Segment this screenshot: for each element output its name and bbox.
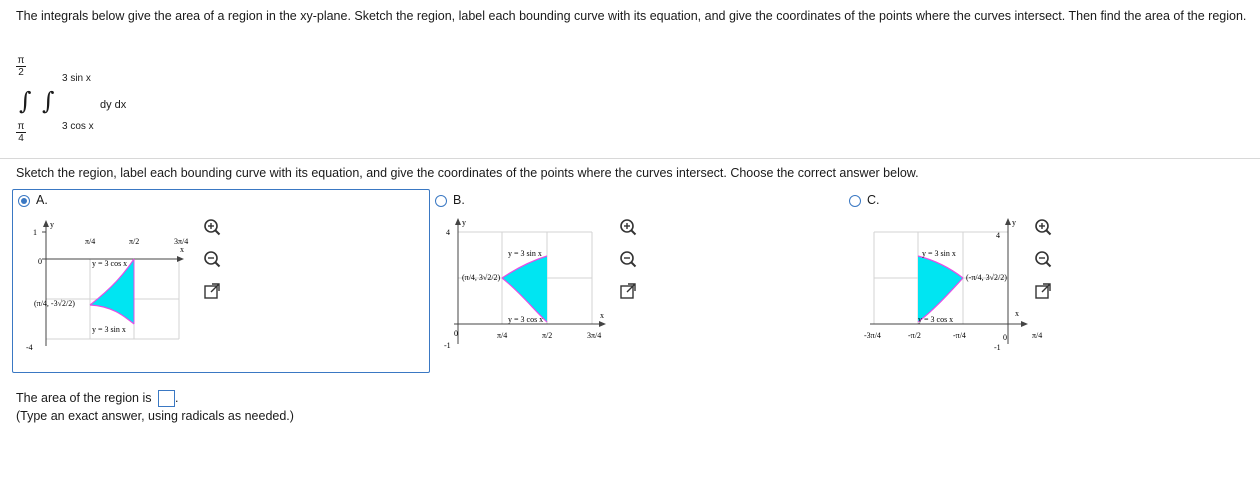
option-a-tools: [203, 218, 221, 300]
answer-hint: (Type an exact answer, using radicals as…: [16, 409, 294, 423]
x-tick-neg-pi4: -π/4: [953, 331, 966, 340]
graph-option-b: 4 -1 y x 0 π/4 π/2 3π/4 y = 3 sin x y = …: [444, 218, 606, 350]
x-axis-arrow: [177, 256, 184, 262]
y-bottom-label: -1: [994, 343, 1001, 352]
curve-label-top: y = 3 sin x: [508, 249, 542, 258]
intersection-label: (π/4, -3√2/2): [34, 299, 75, 308]
curve-label-bottom: y = 3 cos x: [508, 315, 543, 324]
x-axis-label: x: [600, 311, 604, 320]
y-axis-arrow: [1005, 218, 1011, 225]
area-period: .: [174, 390, 179, 405]
outer-upper-den: 2: [18, 67, 24, 78]
area-answer-input[interactable]: [157, 390, 175, 407]
inner-integral-sign: ∫: [42, 87, 55, 115]
region-fill: [918, 256, 963, 322]
outer-upper-num: π: [17, 55, 25, 66]
y-axis-arrow: [455, 218, 461, 225]
x-axis-arrow: [599, 321, 606, 327]
zoom-in-icon[interactable]: [619, 218, 637, 236]
outer-lower-den: 4: [18, 133, 24, 144]
y-axis-arrow: [43, 220, 49, 227]
graph-option-a: 1 -4 y x 0 π/4 π/2 3π/4 y = 3 cos x y = …: [26, 220, 188, 352]
question-prompt: The integrals below give the area of a r…: [16, 9, 1247, 23]
y-axis-label: y: [462, 218, 466, 227]
option-a-radio[interactable]: [18, 195, 30, 207]
curve-label-top: y = 3 cos x: [92, 259, 127, 268]
graph-option-c: 4 -1 y x 0 -3π/4 -π/2 -π/4 π/4 y = 3 sin…: [864, 218, 1042, 352]
x-tick-pi4: π/4: [1032, 331, 1042, 340]
y-top-label: 4: [446, 228, 450, 237]
divider: [0, 158, 1260, 159]
intersection-label: (-π/4, 3√2/2): [966, 273, 1007, 282]
outer-integral-sign: ∫: [19, 87, 32, 115]
zoom-out-icon[interactable]: [619, 250, 637, 268]
curve-label-bottom: y = 3 sin x: [92, 325, 126, 334]
region-fill: [502, 256, 547, 322]
origin-label: 0: [1003, 333, 1007, 342]
y-top-label: 1: [33, 228, 37, 237]
option-b-tools: [619, 218, 637, 300]
x-axis-label: x: [1015, 309, 1019, 318]
x-tick-3pi4: 3π/4: [587, 331, 601, 340]
option-c-radio[interactable]: [849, 195, 861, 207]
zoom-out-icon[interactable]: [203, 250, 221, 268]
zoom-in-icon[interactable]: [203, 218, 221, 236]
popout-icon[interactable]: [203, 282, 221, 300]
outer-lower-num: π: [17, 121, 25, 132]
x-axis-arrow: [1021, 321, 1028, 327]
integrand: dy dx: [100, 99, 127, 111]
popout-icon[interactable]: [1034, 282, 1052, 300]
option-b-label[interactable]: B.: [453, 193, 465, 207]
x-tick-pi2: π/2: [129, 237, 139, 246]
intersection-label: (π/4, 3√2/2): [462, 273, 501, 282]
inner-upper-limit: 3 sin x: [62, 73, 91, 84]
option-c-label[interactable]: C.: [867, 193, 880, 207]
area-label: The area of the region is: [16, 390, 152, 405]
zoom-out-icon[interactable]: [1034, 250, 1052, 268]
option-c-tools: [1034, 218, 1052, 300]
y-axis-label: y: [50, 220, 54, 229]
x-tick-pi4: π/4: [85, 237, 95, 246]
curve-label-top: y = 3 sin x: [922, 249, 956, 258]
area-answer-row: The area of the region is .: [16, 390, 178, 407]
double-integral: π 2 3 sin x ∫ ∫ dy dx π 4 3 cos x: [16, 55, 146, 150]
y-bottom-label: -1: [444, 341, 451, 350]
x-tick-pi2: π/2: [542, 331, 552, 340]
option-a-label[interactable]: A.: [36, 193, 48, 207]
origin-label: 0: [454, 329, 458, 338]
popout-icon[interactable]: [619, 282, 637, 300]
x-tick-3pi4: 3π/4: [174, 237, 188, 246]
curve-label-bottom: y = 3 cos x: [918, 315, 953, 324]
x-tick-neg-pi2: -π/2: [908, 331, 921, 340]
inner-lower-limit: 3 cos x: [62, 121, 94, 132]
origin-label: 0: [38, 257, 42, 266]
x-axis-label: x: [180, 245, 184, 254]
x-tick-neg-3pi4: -3π/4: [864, 331, 881, 340]
zoom-in-icon[interactable]: [1034, 218, 1052, 236]
y-bottom-label: -4: [26, 343, 33, 352]
sub-prompt: Sketch the region, label each bounding c…: [16, 166, 919, 180]
y-top-label: 4: [996, 231, 1000, 240]
y-axis-label: y: [1012, 218, 1016, 227]
x-tick-pi4: π/4: [497, 331, 507, 340]
option-b-radio[interactable]: [435, 195, 447, 207]
